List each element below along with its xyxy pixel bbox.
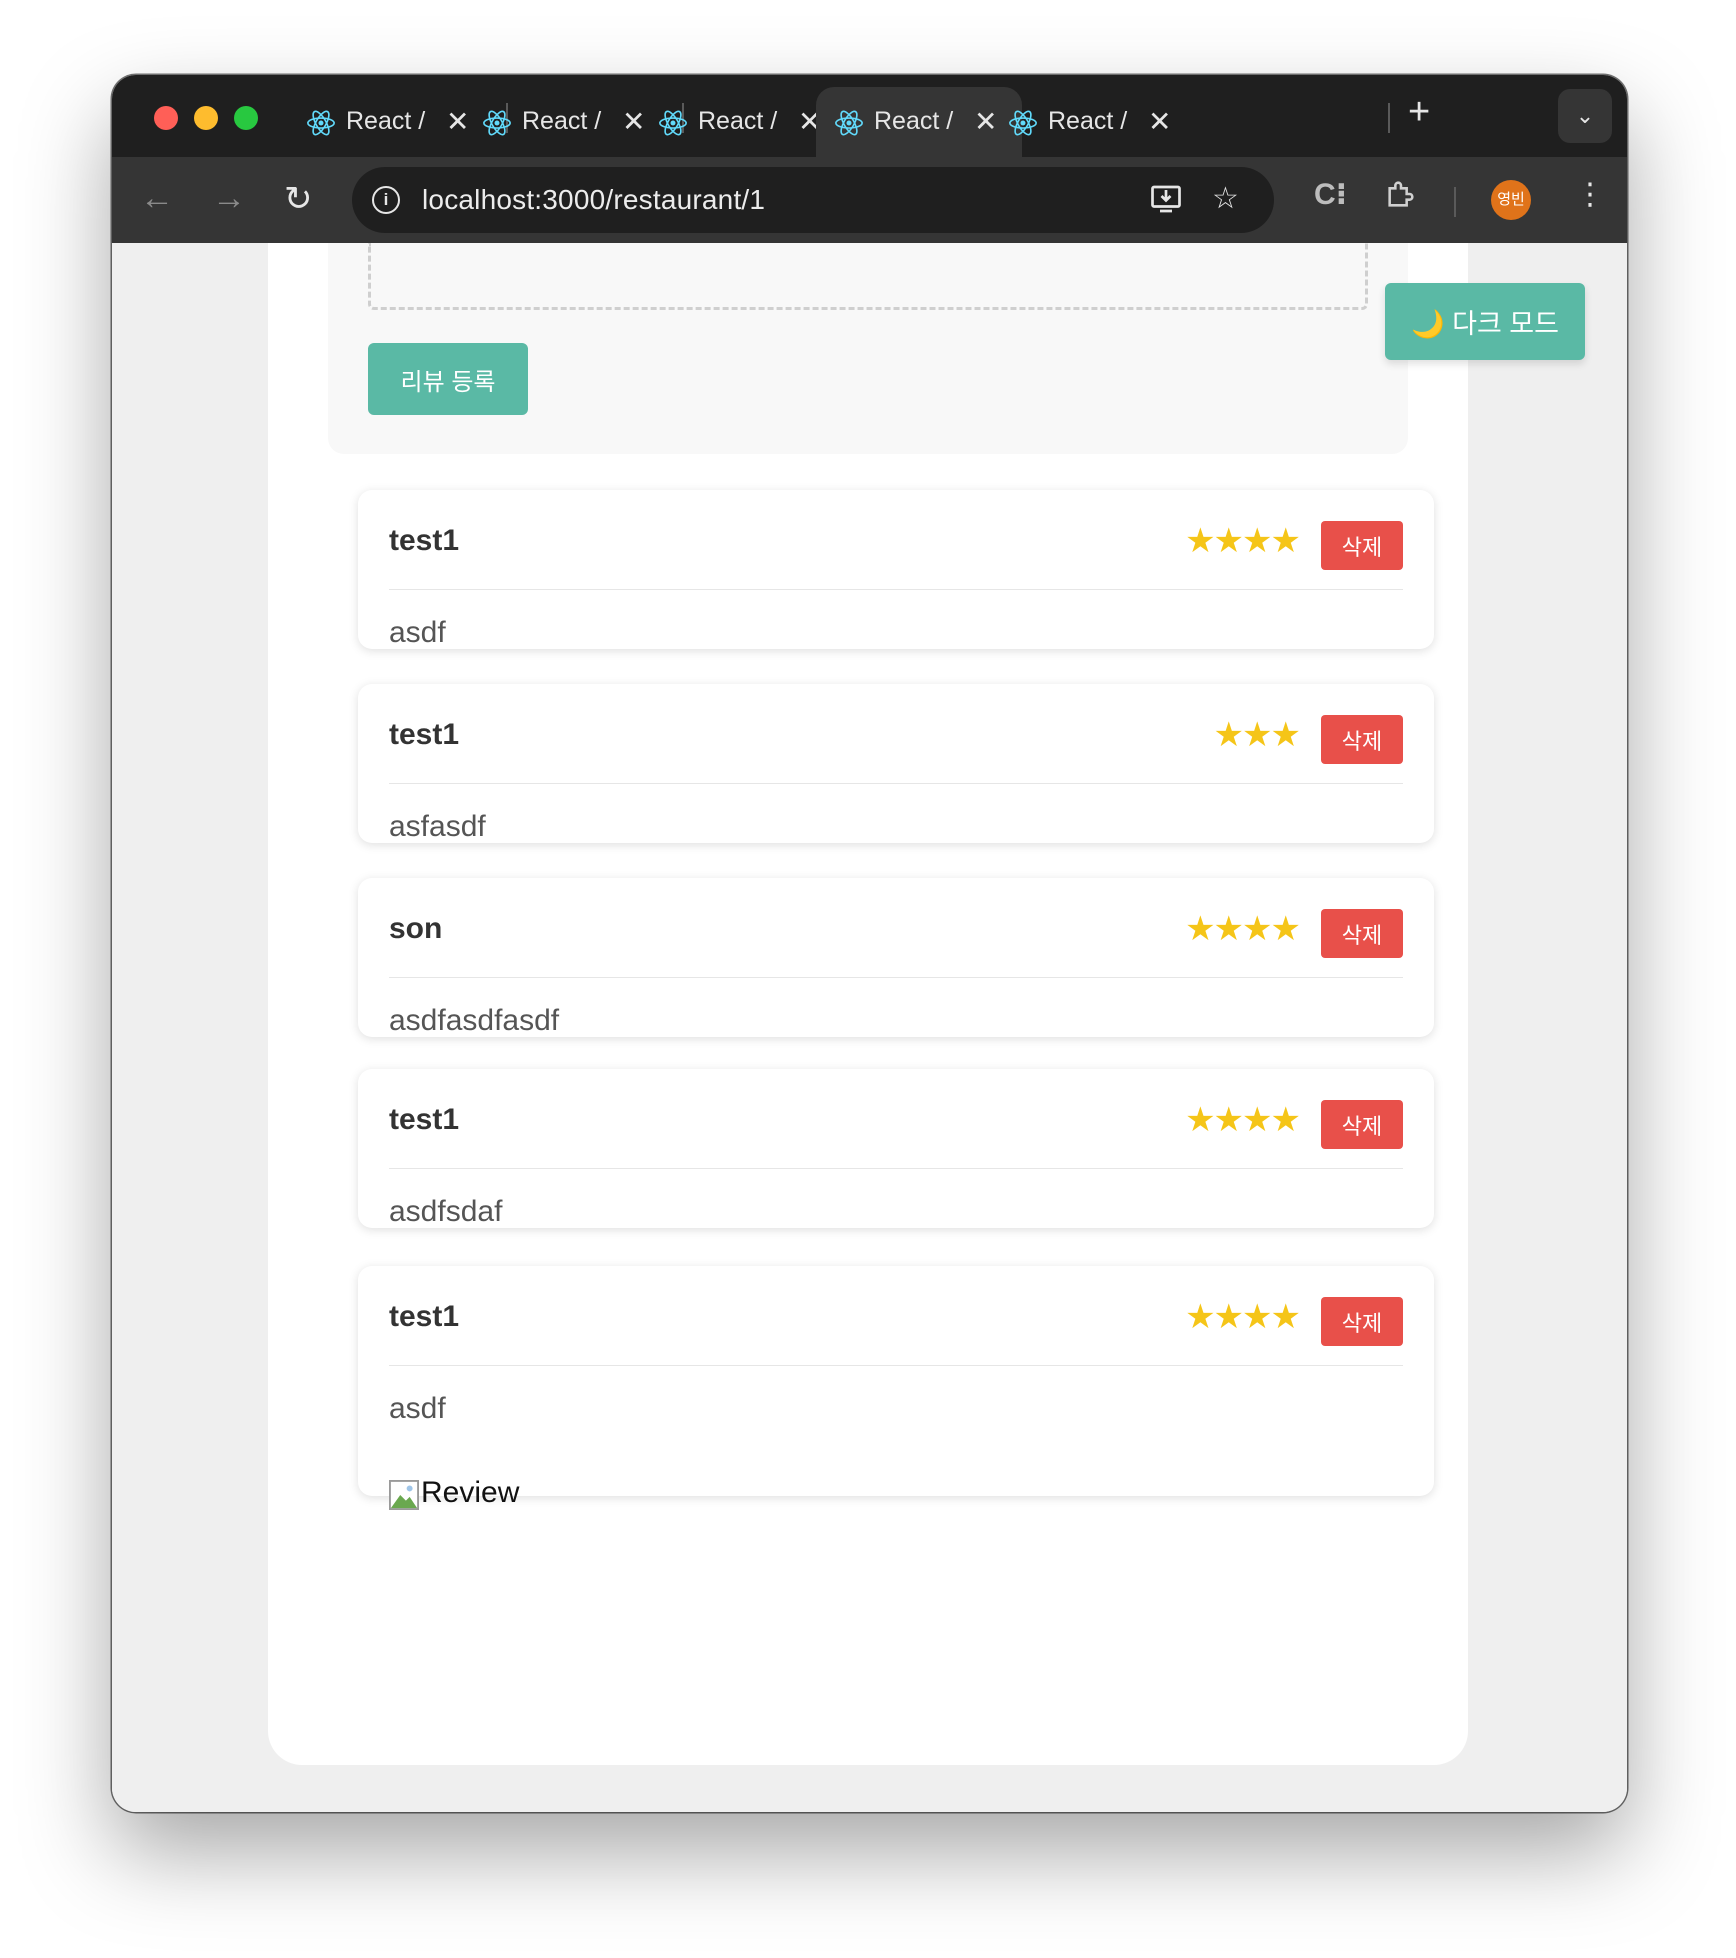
- review-author: test1: [389, 1103, 460, 1136]
- arrow-right-icon[interactable]: →: [212, 179, 246, 218]
- tab-title: React /: [346, 107, 426, 135]
- delete-review-button[interactable]: 삭제: [1321, 1100, 1403, 1149]
- delete-review-button[interactable]: 삭제: [1321, 909, 1403, 958]
- review-card: test1 ★★★★ 삭제 asdf Review: [358, 1266, 1434, 1510]
- review-header: test1 ★★★★ 삭제: [389, 1069, 1403, 1169]
- tab-title: React /: [522, 107, 602, 135]
- review-card: test1 ★★★★ 삭제 asdf: [358, 490, 1434, 649]
- review-author: test1: [389, 524, 460, 557]
- reload-icon[interactable]: ↻: [284, 179, 313, 219]
- tab-title: React /: [698, 107, 778, 135]
- review-content: asdfsdaf: [389, 1195, 503, 1228]
- review-card: son ★★★★ 삭제 asdfasdfasdf: [358, 878, 1434, 1037]
- kebab-menu-icon[interactable]: ⋮: [1575, 177, 1605, 212]
- dark-mode-toggle-button[interactable]: 🌙 다크 모드: [1385, 283, 1585, 360]
- review-header: test1 ★★★★ 삭제: [389, 1266, 1403, 1366]
- tab-strip: React / ✕ React / ✕ React / ✕ React / ✕ …: [112, 75, 1627, 157]
- review-form: 리뷰 등록: [328, 243, 1408, 454]
- close-icon[interactable]: ✕: [1148, 105, 1171, 138]
- review-content: asdf: [389, 1392, 446, 1425]
- review-image: Review: [389, 1476, 519, 1510]
- profile-avatar[interactable]: 영빈: [1491, 180, 1531, 220]
- review-content: asdfasdfasdf: [389, 1004, 560, 1037]
- url-text[interactable]: localhost:3000/restaurant/1: [422, 184, 765, 216]
- react-icon: [483, 110, 511, 136]
- review-author: test1: [389, 1300, 460, 1333]
- review-image-alt: Review: [421, 1476, 520, 1509]
- review-content: asdf: [389, 616, 446, 649]
- info-icon[interactable]: i: [372, 186, 400, 214]
- address-bar[interactable]: i localhost:3000/restaurant/1 ☆: [352, 167, 1274, 233]
- react-icon: [835, 110, 863, 136]
- star-rating: ★★★★: [1185, 910, 1301, 948]
- star-rating: ★★★: [1213, 716, 1301, 754]
- review-card: test1 ★★★ 삭제 asfasdf: [358, 684, 1434, 843]
- tab-title: React /: [1048, 107, 1128, 135]
- page-viewport: 리뷰 등록 test1 ★★★★ 삭제 asdf test1 ★★★ 삭제 as…: [112, 243, 1627, 1812]
- review-header: test1 ★★★★ 삭제: [389, 490, 1403, 590]
- tab-divider: [1388, 103, 1390, 133]
- delete-review-button[interactable]: 삭제: [1321, 521, 1403, 570]
- extension-icon[interactable]: C⁝: [1314, 177, 1347, 212]
- delete-review-button[interactable]: 삭제: [1321, 715, 1403, 764]
- browser-window: React / ✕ React / ✕ React / ✕ React / ✕ …: [112, 75, 1627, 1812]
- plus-icon[interactable]: +: [1408, 91, 1430, 134]
- react-icon: [1009, 110, 1037, 136]
- review-author: test1: [389, 718, 460, 751]
- broken-image-icon: [389, 1480, 419, 1510]
- arrow-left-icon[interactable]: ←: [140, 179, 174, 218]
- star-rating: ★★★★: [1185, 1101, 1301, 1139]
- puzzle-icon[interactable]: [1384, 177, 1418, 219]
- submit-review-button[interactable]: 리뷰 등록: [368, 343, 528, 415]
- star-rating: ★★★★: [1185, 1298, 1301, 1336]
- tab-title: React /: [874, 107, 954, 135]
- star-rating: ★★★★: [1185, 522, 1301, 560]
- review-header: son ★★★★ 삭제: [389, 878, 1403, 978]
- react-icon: [307, 110, 335, 136]
- review-card: test1 ★★★★ 삭제 asdfsdaf: [358, 1069, 1434, 1228]
- browser-tab[interactable]: React / ✕: [990, 87, 1196, 157]
- window-maximize-button[interactable]: [234, 106, 258, 130]
- window-minimize-button[interactable]: [194, 106, 218, 130]
- review-header: test1 ★★★ 삭제: [389, 684, 1403, 784]
- react-icon: [659, 110, 687, 136]
- image-upload-dropzone[interactable]: [368, 243, 1368, 310]
- chevron-down-icon[interactable]: ⌄: [1558, 89, 1612, 143]
- browser-toolbar: ← → ↻ i localhost:3000/restaurant/1 ☆ C⁝…: [112, 157, 1627, 243]
- star-outline-icon[interactable]: ☆: [1212, 181, 1239, 216]
- restaurant-detail-container: 리뷰 등록 test1 ★★★★ 삭제 asdf test1 ★★★ 삭제 as…: [268, 243, 1468, 1765]
- delete-review-button[interactable]: 삭제: [1321, 1297, 1403, 1346]
- review-author: son: [389, 912, 443, 945]
- window-close-button[interactable]: [154, 106, 178, 130]
- review-content: asfasdf: [389, 810, 486, 843]
- install-app-icon[interactable]: [1148, 181, 1184, 225]
